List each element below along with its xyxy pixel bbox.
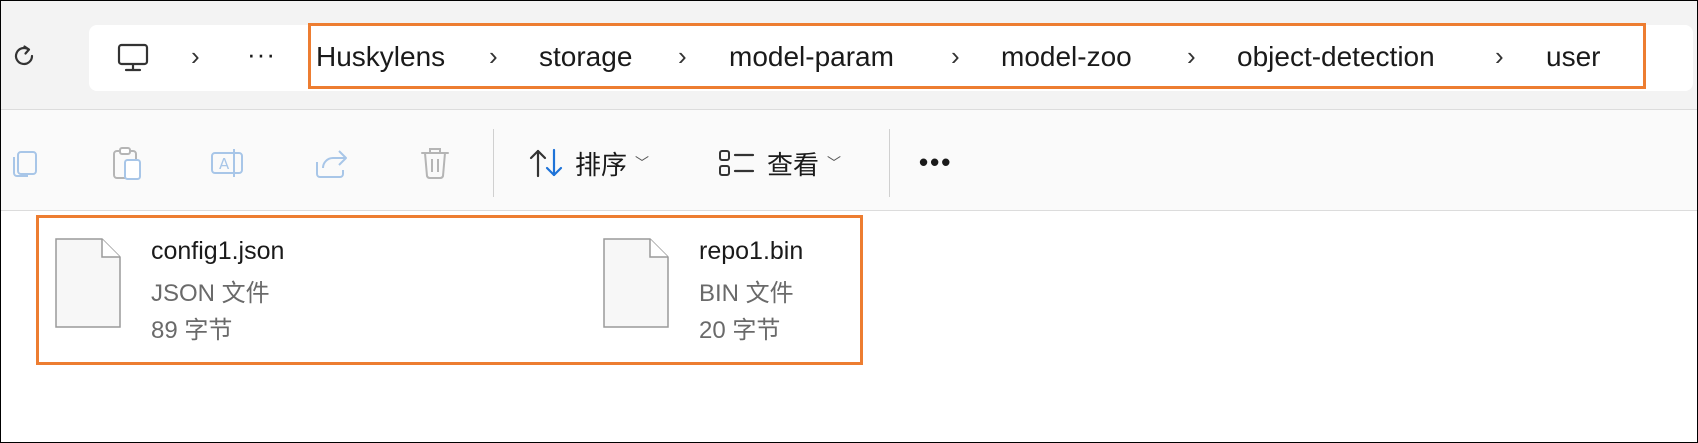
copy-button[interactable] — [3, 143, 43, 183]
rename-icon: A — [211, 149, 243, 177]
breadcrumb-highlight-box — [308, 23, 1646, 89]
refresh-icon — [14, 45, 34, 66]
more-options-button[interactable]: ••• — [919, 147, 952, 178]
file-type: JSON 文件 — [151, 280, 270, 307]
copy-icon — [13, 151, 37, 177]
delete-button[interactable] — [415, 143, 455, 183]
delete-icon — [421, 148, 449, 179]
file-name: repo1.bin — [699, 237, 804, 265]
paste-button[interactable] — [107, 143, 147, 183]
svg-text:A: A — [219, 155, 230, 173]
rename-button[interactable]: A — [207, 143, 247, 183]
file-name: config1.json — [151, 237, 285, 265]
paste-icon — [113, 147, 141, 180]
breadcrumb-overflow-button[interactable]: ··· — [247, 39, 276, 70]
sort-button[interactable]: 排序 ﹀ — [527, 141, 649, 185]
address-row: › ··· Huskylens › storage › model-param … — [1, 1, 1697, 110]
view-icon — [719, 150, 755, 176]
file-size: 20 字节 — [699, 317, 781, 344]
file-size: 89 字节 — [151, 317, 233, 344]
chevron-down-icon: ﹀ — [635, 155, 650, 171]
file-item[interactable]: repo1.bin BIN 文件 20 字节 — [602, 237, 852, 344]
view-label: 查看 — [767, 149, 820, 180]
chevron-down-icon: ﹀ — [827, 155, 842, 171]
sort-icon — [529, 148, 563, 178]
explorer-window: › ··· Huskylens › storage › model-param … — [0, 0, 1698, 443]
share-icon — [316, 150, 347, 178]
command-bar — [1, 110, 1697, 211]
chevron-right-icon: › — [191, 41, 200, 71]
view-button[interactable]: 查看 ﹀ — [717, 141, 841, 185]
file-type: BIN 文件 — [699, 280, 794, 307]
this-pc-button[interactable] — [113, 40, 153, 76]
share-button[interactable] — [311, 143, 351, 183]
file-icon — [603, 238, 669, 328]
refresh-button[interactable] — [9, 41, 39, 71]
this-pc-icon — [117, 43, 149, 72]
toolbar-divider — [493, 129, 494, 197]
file-item[interactable]: config1.json JSON 文件 89 字节 — [54, 237, 454, 344]
sort-label: 排序 — [575, 149, 628, 180]
file-icon — [55, 238, 121, 328]
toolbar-divider — [889, 129, 890, 197]
